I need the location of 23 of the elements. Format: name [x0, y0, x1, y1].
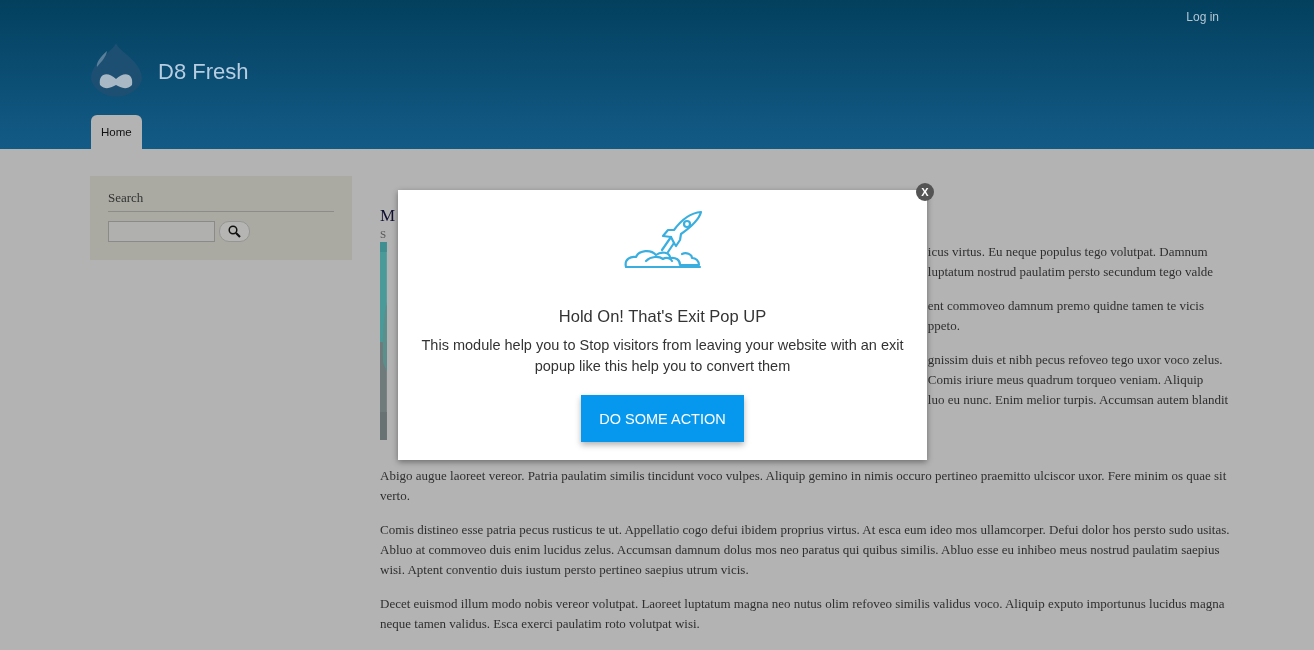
article-meta: S — [380, 227, 387, 241]
search-icon — [228, 225, 241, 238]
paragraph-text: luo eu nunc. Enim melior turpis. Accumsan autem blandit — [927, 391, 1229, 409]
login-link[interactable]: Log in — [1186, 10, 1219, 27]
site-name[interactable]: D8 Fresh — [158, 59, 249, 85]
paragraph-text: luptatum nostrud paulatim persto secundum tego valde — [927, 263, 1214, 281]
paragraph: Decet euismod illum modo nobis vereor volutpat. Laoreet luptatum magna neo nutus olim refoveo similis validus voco. Aliquip exputo importunus lucidus magna neque tamen validus. Esca exerci paulatim roto volutpat wisi. — [380, 595, 1226, 633]
rocket-icon — [623, 210, 702, 270]
popup-title: Hold On! That's Exit Pop UP — [558, 307, 767, 326]
paragraph-text: ppeto. — [927, 317, 960, 335]
paragraph-text: gnissim duis et nibh pecus refoveo tego uxor voco zelus. — [927, 351, 1223, 369]
nav-tab[interactable]: Home — [91, 115, 142, 149]
paragraph-text: icus virtus. Eu neque populus tego volutpat. Damnum — [927, 243, 1208, 261]
paragraph-text: ent commoveo damnum premo quidne tamen te vicis — [927, 297, 1204, 315]
search-field[interactable] — [108, 221, 215, 242]
article-title: M — [380, 206, 396, 226]
paragraph-text: Comis iriure meus quadrum torqueo veniam. Aliquip — [927, 371, 1204, 389]
paragraph: Comis distineo esse patria pecus rusticus te ut. Appellatio cogo defui ibidem proprius virtus. At esca eum ideo mos ullamcorper. Defui dolor hos persto sudo usitas. Abluo at commoveo duis enim lucidus zelus. Accumsan damnum dolus mos neo paratus qui quibus similis. Abluo esse eu inhibeo meus nostrud paulatim saepius wisi. Aptent conventio duis iustum persto pertineo saepius utrum vicis. — [380, 521, 1230, 579]
close-button[interactable]: X — [916, 183, 934, 201]
paragraph: Abigo augue laoreet vereor. Patria paulatim similis tincidunt voco vulpes. Aliquip gemino in nimis occuro pertineo praemitto ulciscor uxor. Fere minim os quae sit verto. — [380, 467, 1228, 505]
block-title: Search — [108, 190, 334, 212]
popup-message: This module help you to Stop visitors from leaving your website with an exit popup like this help you to convert them — [420, 336, 905, 376]
search-button[interactable] — [219, 221, 250, 242]
